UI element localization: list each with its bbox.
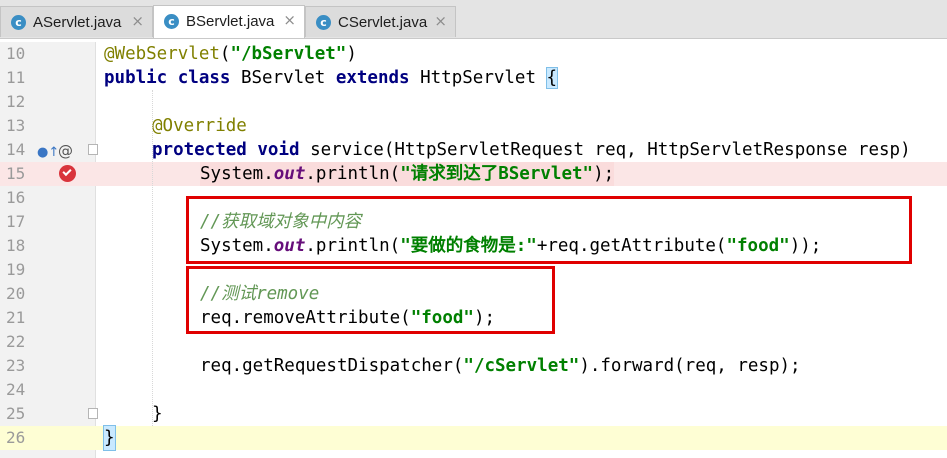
matched-brace[interactable]: } [103,425,116,451]
annotation-marker-icon[interactable]: @ [58,139,73,163]
line-number: 20 [6,284,26,303]
line-number: 18 [6,236,26,255]
tab-label: AServlet.java [33,14,122,31]
editor-tab-bar: c AServlet.java × c BServlet.java × c CS… [0,0,947,39]
code-text[interactable]: @Override [152,114,247,138]
java-class-icon: c [11,15,26,30]
line-number: 24 [6,380,26,399]
code-text[interactable]: @WebServlet("/bServlet") [104,42,357,66]
code-line[interactable]: 12 [0,90,947,114]
line-number: 26 [6,428,26,447]
line-number: 12 [6,92,26,111]
code-line-breakpoint[interactable]: 15 System.out.println("请求到达了BServlet"); [0,162,947,186]
code-line[interactable]: 24 [0,378,947,402]
highlight-box-get-attribute [186,196,912,264]
close-icon[interactable]: × [131,12,144,30]
tab-label: CServlet.java [338,14,428,31]
breakpoint-icon[interactable] [59,165,76,182]
line-number: 25 [6,404,26,423]
code-line[interactable]: 14 ●↑ @ protected void service(HttpServl… [0,138,947,162]
close-icon[interactable]: × [434,12,447,30]
code-text[interactable]: System.out.println("请求到达了BServlet"); [200,162,615,186]
line-number: 11 [6,68,26,87]
tab-aservlet[interactable]: c AServlet.java × [0,6,153,37]
code-text[interactable]: protected void service(HttpServletReques… [152,138,911,162]
code-line[interactable]: 11 public class BServlet extends HttpSer… [0,66,947,90]
line-number: 16 [6,188,26,207]
code-line[interactable]: 13 @Override [0,114,947,138]
java-class-icon: c [164,14,179,29]
code-line[interactable]: 25 } [0,402,947,426]
line-number: 13 [6,116,26,135]
close-icon[interactable]: × [283,11,296,29]
code-text[interactable]: } [152,402,163,426]
code-line[interactable]: 23 req.getRequestDispatcher("/cServlet")… [0,354,947,378]
code-line-current[interactable]: 26 } [0,425,947,451]
line-number: 19 [6,260,26,279]
line-number: 15 [6,164,26,183]
line-number: 22 [6,332,26,351]
line-number: 21 [6,308,26,327]
tab-label: BServlet.java [186,13,275,30]
indent-guide [152,90,153,426]
code-text[interactable]: public class BServlet extends HttpServle… [104,66,559,90]
line-number: 14 [6,140,26,159]
code-editor[interactable]: 10 @WebServlet("/bServlet") 11 public cl… [0,42,947,458]
matched-brace: { [545,67,559,89]
highlight-box-remove-attribute [186,266,555,334]
code-line[interactable]: 10 @WebServlet("/bServlet") [0,42,947,66]
line-number: 23 [6,356,26,375]
tab-cservlet[interactable]: c CServlet.java × [305,6,456,37]
fold-toggle-icon[interactable] [88,144,98,155]
tab-bservlet[interactable]: c BServlet.java × [153,5,305,38]
line-number: 10 [6,44,26,63]
java-class-icon: c [316,15,331,30]
fold-toggle-icon[interactable] [88,408,98,419]
line-number: 17 [6,212,26,231]
code-text[interactable]: req.getRequestDispatcher("/cServlet").fo… [200,354,801,378]
